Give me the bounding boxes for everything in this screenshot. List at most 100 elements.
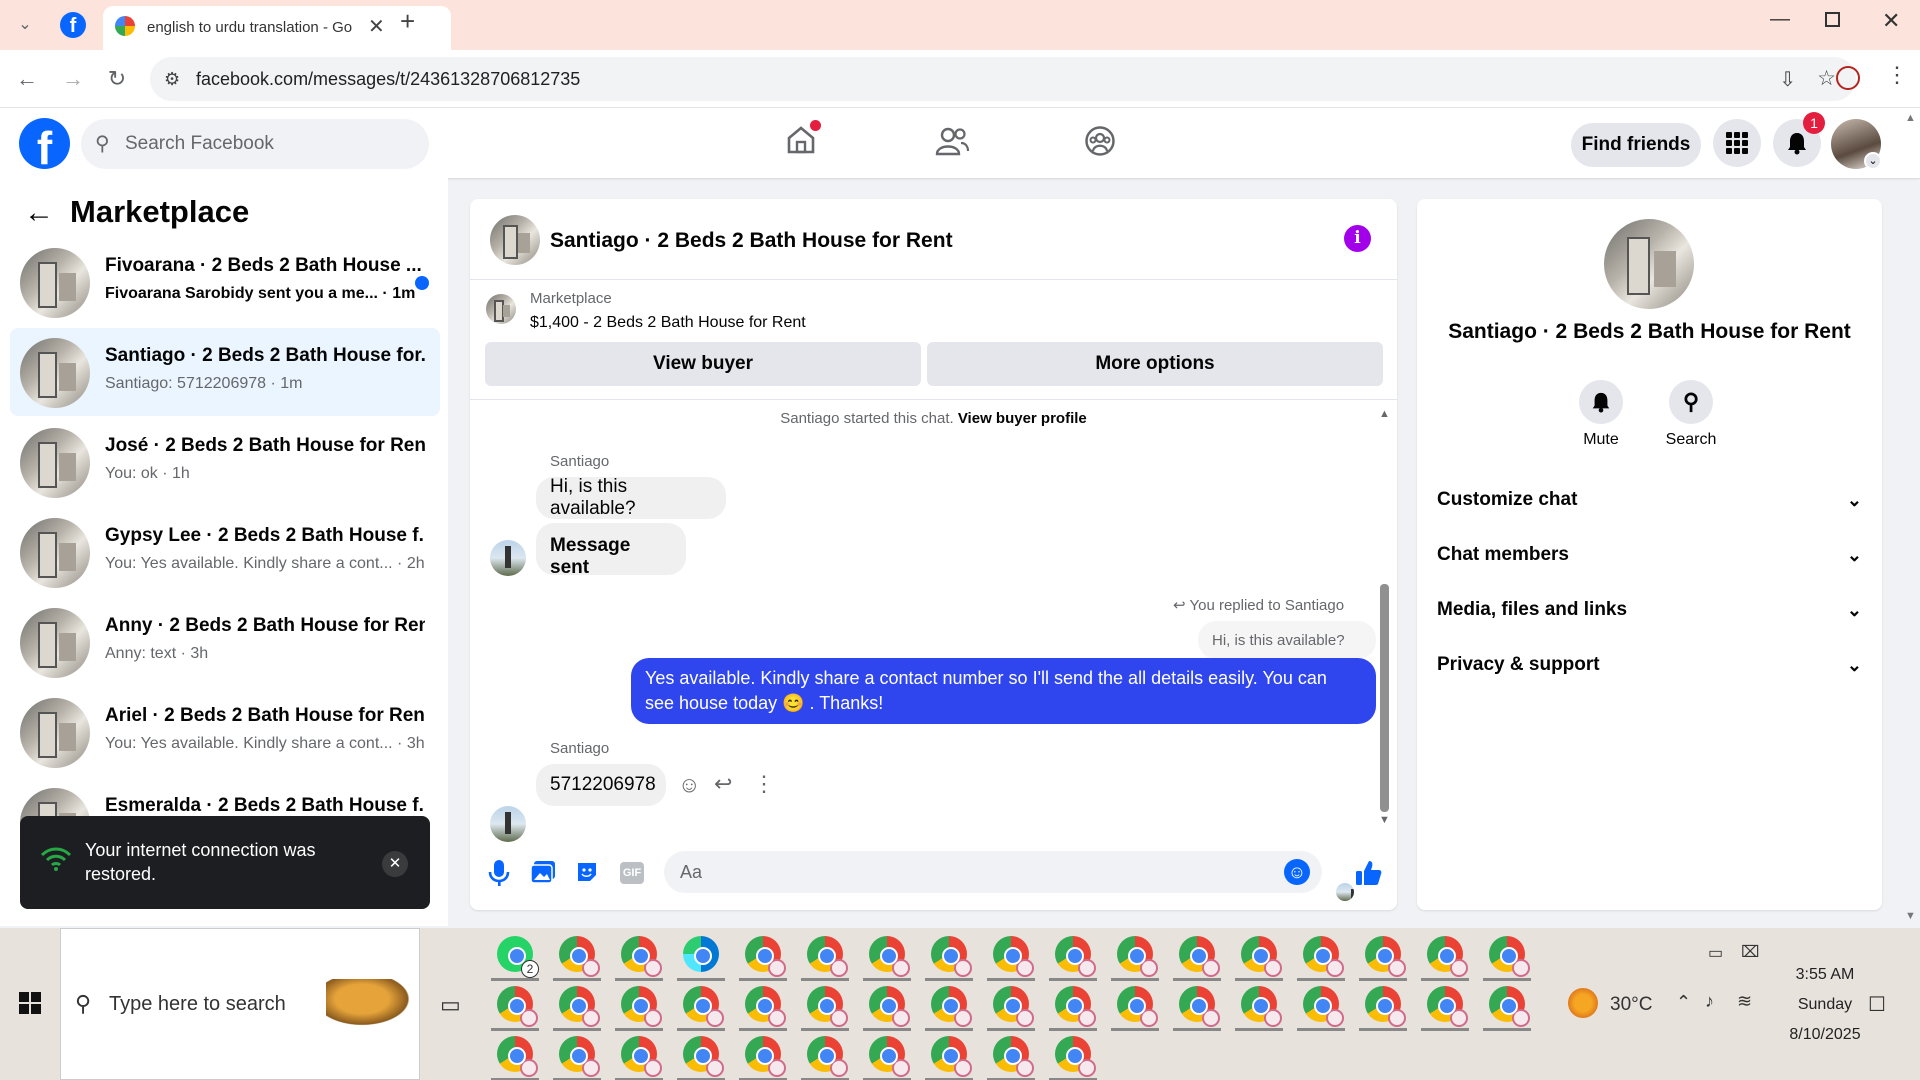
- chrome-profile-icon[interactable]: [1055, 936, 1096, 977]
- device-icon[interactable]: ⌧: [1741, 942, 1759, 962]
- sender-avatar[interactable]: [490, 540, 526, 576]
- tray-chevron-up-icon[interactable]: ⌃: [1676, 992, 1691, 1013]
- photo-icon[interactable]: [530, 860, 556, 884]
- chrome-profile-icon[interactable]: [869, 1036, 910, 1077]
- chrome-profile-icon[interactable]: [1489, 986, 1530, 1027]
- chrome-profile-icon[interactable]: [1055, 1036, 1096, 1077]
- minimize-icon[interactable]: —: [1770, 8, 1790, 31]
- sender-avatar[interactable]: [490, 806, 526, 842]
- back-icon[interactable]: ←: [12, 64, 42, 94]
- facebook-tab-favicon[interactable]: f: [60, 12, 86, 38]
- browser-tab-active[interactable]: english to urdu translation - Go ✕: [103, 6, 451, 50]
- chrome-profile-icon[interactable]: [683, 1036, 724, 1077]
- mute-label[interactable]: Mute: [1557, 431, 1645, 449]
- network-icon[interactable]: ≋: [1737, 991, 1752, 1012]
- chrome-profile-icon[interactable]: [745, 986, 786, 1027]
- taskbar-search-box[interactable]: ⚲ Type here to search: [60, 928, 420, 1080]
- chrome-profile-icon[interactable]: [1365, 986, 1406, 1027]
- chrome-profile-icon[interactable]: [1055, 986, 1096, 1027]
- incoming-message[interactable]: Hi, is this available?: [536, 476, 726, 519]
- search-conversation-icon[interactable]: ⚲: [1669, 380, 1713, 424]
- more-actions-icon[interactable]: ⋮: [753, 771, 775, 797]
- url-text[interactable]: facebook.com/messages/t/2436132870681273…: [196, 69, 580, 90]
- chrome-profile-icon[interactable]: [621, 1036, 662, 1077]
- conversation-item[interactable]: Fivoarana · 2 Beds 2 Bath House ... Fivo…: [10, 238, 440, 326]
- outgoing-message[interactable]: Yes available. Kindly share a contact nu…: [631, 658, 1376, 724]
- menu-grid-icon[interactable]: [1713, 119, 1761, 167]
- quoted-message[interactable]: Hi, is this available?: [1198, 621, 1376, 659]
- chat-info-icon[interactable]: i: [1344, 225, 1371, 252]
- groups-nav-icon[interactable]: [1084, 125, 1116, 157]
- chrome-profile-icon[interactable]: [683, 986, 724, 1027]
- chrome-profile-icon[interactable]: [807, 936, 848, 977]
- chrome-profile-icon[interactable]: [559, 936, 600, 977]
- incoming-message[interactable]: 5712206978: [536, 764, 666, 806]
- chat-listing-avatar[interactable]: [490, 215, 540, 265]
- chrome-profile-icon[interactable]: [993, 936, 1034, 977]
- microphone-icon[interactable]: [488, 859, 510, 887]
- conversation-item[interactable]: Gypsy Lee · 2 Beds 2 Bath House f... You…: [10, 508, 440, 596]
- back-arrow-icon[interactable]: ←: [24, 196, 54, 230]
- edge-browser-icon[interactable]: [683, 936, 719, 972]
- gif-icon[interactable]: GIF: [620, 862, 644, 884]
- customize-chat-section[interactable]: Customize chat ⌄: [1437, 480, 1862, 520]
- chrome-profile-icon[interactable]: [559, 986, 600, 1027]
- chrome-profile-icon[interactable]: [1179, 986, 1220, 1027]
- close-tab-icon[interactable]: ✕: [368, 14, 385, 39]
- chrome-profile-icon[interactable]: [993, 1036, 1034, 1077]
- chrome-profile-icon[interactable]: [745, 936, 786, 977]
- chrome-profile-icon[interactable]: [497, 1036, 538, 1077]
- chrome-profile-icon[interactable]: [621, 936, 662, 977]
- conversation-item[interactable]: Ariel · 2 Beds 2 Bath House for Rent You…: [10, 688, 440, 776]
- close-toast-icon[interactable]: ✕: [382, 851, 408, 877]
- page-scroll-down-icon[interactable]: ▼: [1905, 910, 1916, 922]
- tab-search-icon[interactable]: ⌄: [10, 10, 40, 40]
- scroll-up-icon[interactable]: ▲: [1379, 408, 1390, 420]
- incoming-message[interactable]: Message sent: [536, 523, 686, 578]
- more-options-button[interactable]: More options: [927, 342, 1383, 386]
- conversation-item[interactable]: Anny · 2 Beds 2 Bath House for Rent Anny…: [10, 598, 440, 686]
- thumbs-up-icon[interactable]: [1355, 859, 1383, 887]
- profile-icon[interactable]: [1836, 66, 1860, 90]
- chat-members-section[interactable]: Chat members ⌄: [1437, 535, 1862, 575]
- weather-sun-icon[interactable]: [1568, 988, 1598, 1018]
- battery-icon[interactable]: ▭: [1708, 943, 1723, 963]
- close-window-icon[interactable]: ✕: [1882, 8, 1900, 34]
- listing-title[interactable]: $1,400 - 2 Beds 2 Bath House for Rent: [530, 314, 806, 332]
- media-files-links-section[interactable]: Media, files and links ⌄: [1437, 590, 1862, 630]
- chrome-profile-icon[interactable]: [1241, 986, 1282, 1027]
- search-label[interactable]: Search: [1647, 431, 1735, 449]
- conversation-item[interactable]: José · 2 Beds 2 Bath House for Rent You:…: [10, 418, 440, 506]
- chrome-profile-icon[interactable]: [1241, 936, 1282, 977]
- browser-menu-icon[interactable]: ⋮: [1886, 62, 1908, 88]
- chrome-profile-icon[interactable]: [497, 986, 538, 1027]
- find-friends-button[interactable]: Find friends: [1571, 123, 1701, 167]
- chrome-profile-icon[interactable]: [1303, 986, 1344, 1027]
- chrome-profile-icon[interactable]: [993, 986, 1034, 1027]
- clock-date[interactable]: 8/10/2025: [1770, 1026, 1880, 1044]
- chrome-profile-icon[interactable]: [869, 936, 910, 977]
- forward-icon[interactable]: →: [58, 64, 88, 94]
- clock-time[interactable]: 3:55 AM: [1770, 966, 1880, 984]
- message-input[interactable]: Aa ☺: [664, 851, 1322, 893]
- privacy-support-section[interactable]: Privacy & support ⌄: [1437, 645, 1862, 685]
- chat-scrollbar[interactable]: [1380, 584, 1389, 812]
- chrome-profile-icon[interactable]: [1489, 936, 1530, 977]
- new-tab-icon[interactable]: +: [400, 6, 415, 37]
- chrome-profile-icon[interactable]: [621, 986, 662, 1027]
- address-bar[interactable]: ⚙ facebook.com/messages/t/24361328706812…: [150, 57, 1856, 101]
- sticker-icon[interactable]: [575, 860, 599, 884]
- view-buyer-profile-link[interactable]: View buyer profile: [958, 410, 1087, 427]
- react-icon[interactable]: ☺: [678, 772, 700, 798]
- emoji-icon[interactable]: ☺: [1284, 859, 1310, 885]
- chrome-profile-icon[interactable]: [807, 986, 848, 1027]
- reply-icon[interactable]: ↩: [714, 771, 732, 797]
- weather-temp[interactable]: 30°C: [1610, 994, 1652, 1016]
- whatsapp-icon[interactable]: 2: [497, 936, 539, 978]
- chrome-profile-icon[interactable]: [807, 1036, 848, 1077]
- info-listing-avatar[interactable]: [1604, 219, 1694, 309]
- page-scroll-up-icon[interactable]: ▲: [1905, 112, 1916, 124]
- clock-day[interactable]: Sunday: [1770, 996, 1880, 1014]
- search-facebook-input[interactable]: ⚲ Search Facebook: [81, 119, 429, 169]
- view-buyer-button[interactable]: View buyer: [485, 342, 921, 386]
